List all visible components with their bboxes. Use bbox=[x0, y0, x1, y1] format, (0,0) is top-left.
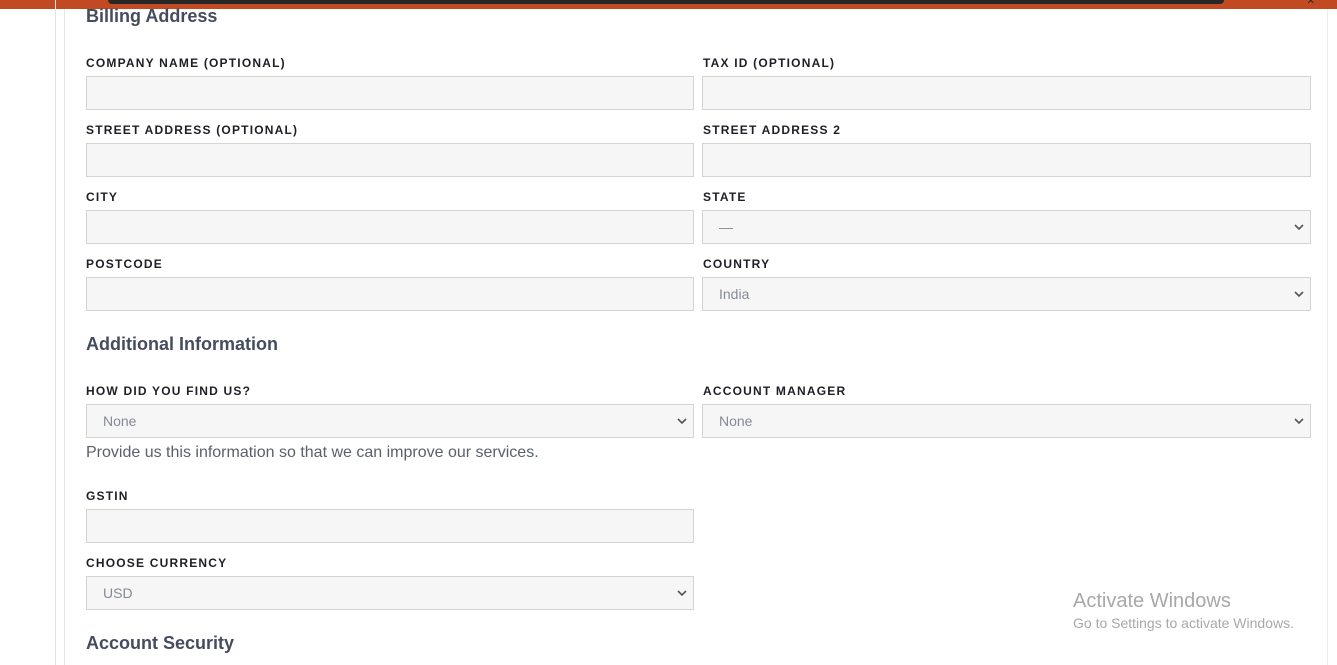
state-label: STATE bbox=[703, 190, 747, 204]
account-security-heading: Account Security bbox=[86, 633, 235, 653]
country-select-value: India bbox=[719, 286, 750, 302]
street-address-label: STREET ADDRESS (OPTIONAL) bbox=[86, 123, 299, 137]
gstin-label: GSTIN bbox=[86, 489, 129, 503]
chevron-down-icon bbox=[1294, 291, 1304, 298]
street-address-2-input[interactable] bbox=[702, 143, 1311, 177]
tax-id-input[interactable] bbox=[702, 76, 1311, 110]
find-us-help-text: Provide us this information so that we c… bbox=[86, 444, 539, 461]
additional-information-heading: Additional Information bbox=[86, 334, 278, 354]
currency-select-value: USD bbox=[103, 585, 133, 601]
gstin-input[interactable] bbox=[86, 509, 694, 543]
how-did-you-find-us-label: HOW DID YOU FIND US? bbox=[86, 384, 252, 398]
account-manager-value: None bbox=[719, 413, 753, 429]
city-label: CITY bbox=[86, 190, 119, 204]
card-border-right bbox=[1327, 9, 1328, 665]
account-manager-label: ACCOUNT MANAGER bbox=[703, 384, 847, 398]
choose-currency-label: CHOOSE CURRENCY bbox=[86, 556, 228, 570]
street-address-input[interactable] bbox=[86, 143, 694, 177]
company-name-input[interactable] bbox=[86, 76, 694, 110]
city-input[interactable] bbox=[86, 210, 694, 244]
chevron-down-icon bbox=[677, 590, 687, 597]
top-bar-inner bbox=[108, 0, 1224, 4]
state-select-value: — bbox=[719, 219, 733, 235]
how-did-you-find-us-value: None bbox=[103, 413, 137, 429]
company-name-label: COMPANY NAME (OPTIONAL) bbox=[86, 56, 286, 70]
left-divider bbox=[55, 0, 56, 665]
account-manager-select[interactable]: None bbox=[702, 404, 1311, 438]
street-address-2-label: STREET ADDRESS 2 bbox=[703, 123, 842, 137]
activate-windows-title: Activate Windows bbox=[1073, 590, 1231, 612]
card-border-left bbox=[64, 9, 65, 665]
chevron-down-icon bbox=[1294, 224, 1304, 231]
how-did-you-find-us-select[interactable]: None bbox=[86, 404, 694, 438]
activate-windows-subtitle: Go to Settings to activate Windows. bbox=[1073, 615, 1294, 631]
postcode-input[interactable] bbox=[86, 277, 694, 311]
close-icon[interactable]: ✕ bbox=[1307, 0, 1315, 7]
tax-id-label: TAX ID (OPTIONAL) bbox=[703, 56, 836, 70]
state-select[interactable]: — bbox=[702, 210, 1311, 244]
chevron-down-icon bbox=[677, 418, 687, 425]
country-label: COUNTRY bbox=[703, 257, 771, 271]
postcode-label: POSTCODE bbox=[86, 257, 163, 271]
currency-select[interactable]: USD bbox=[86, 576, 694, 610]
chevron-down-icon bbox=[1294, 418, 1304, 425]
country-select[interactable]: India bbox=[702, 277, 1311, 311]
billing-address-heading: Billing Address bbox=[86, 6, 218, 26]
